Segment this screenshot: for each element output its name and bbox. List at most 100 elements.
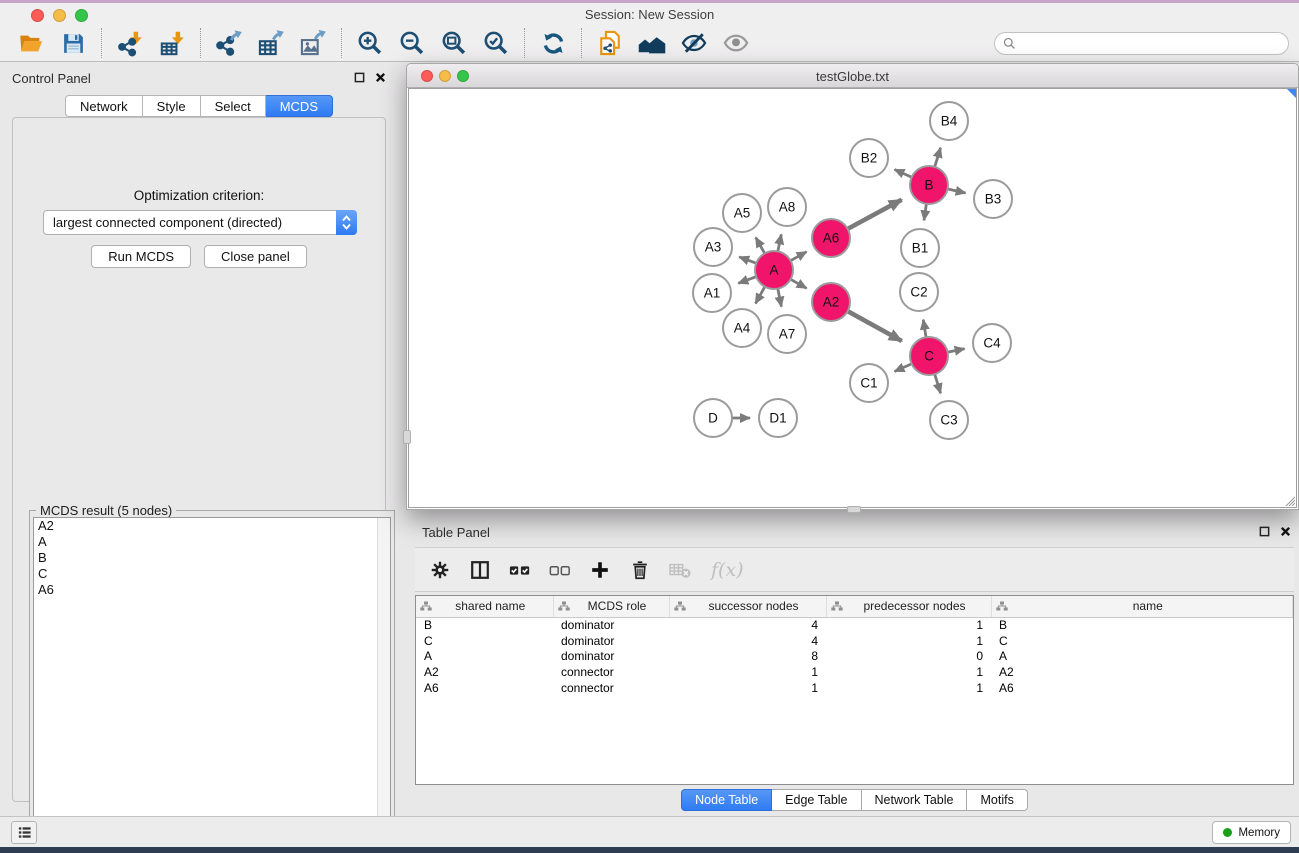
table-cell[interactable]: dominator [553,649,669,665]
save-session-button[interactable] [52,27,94,59]
tab-style[interactable]: Style [143,95,201,117]
table-cell[interactable]: C [991,633,1293,649]
table-settings-gear-button[interactable] [427,557,453,583]
home-view-button[interactable] [631,27,673,59]
table-cell[interactable]: A2 [991,664,1293,680]
graph-edge-C-C3[interactable] [934,373,940,393]
table-row[interactable]: A2connector11A2 [416,664,1293,680]
zoom-out-button[interactable] [391,27,433,59]
tab-select[interactable]: Select [201,95,266,117]
tab-network-table[interactable]: Network Table [862,789,968,811]
result-list-scrollbar[interactable] [377,518,390,845]
zoom-fit-button[interactable] [433,27,475,59]
column-header-predecessor-nodes[interactable]: predecessor nodes [826,596,991,617]
export-network-button[interactable] [208,27,250,59]
graph-edge-A6-B[interactable] [847,200,902,230]
mcds-result-item[interactable]: C [34,566,390,582]
search-field[interactable] [994,32,1289,55]
table-cell[interactable]: B [416,617,553,633]
table-cell[interactable]: A6 [416,680,553,696]
column-header-successor-nodes[interactable]: successor nodes [669,596,826,617]
table-cell[interactable]: 0 [826,649,991,665]
open-session-button[interactable] [10,27,52,59]
table-cell[interactable]: 1 [669,664,826,680]
toggle-panel-columns-button[interactable] [467,557,493,583]
unselect-all-columns-button[interactable] [547,557,573,583]
hide-graphics-details-button[interactable] [673,27,715,59]
table-cell[interactable]: 1 [826,617,991,633]
splitter-handle-vertical[interactable] [403,430,411,444]
table-cell[interactable]: 8 [669,649,826,665]
splitter-handle-horizontal[interactable] [847,506,861,513]
table-cell[interactable]: A [991,649,1293,665]
graph-edge-A-A7[interactable] [778,288,782,307]
import-network-button[interactable] [109,27,151,59]
tab-edge-table[interactable]: Edge Table [772,789,861,811]
mcds-result-item[interactable]: B [34,550,390,566]
column-header-name[interactable]: name [991,596,1293,617]
delete-columns-button[interactable] [627,557,653,583]
graph-edge-A2-C[interactable] [847,311,902,341]
table-cell[interactable]: 4 [669,617,826,633]
graph-edge-A-A4[interactable] [756,286,766,304]
table-cell[interactable]: 1 [826,664,991,680]
table-cell[interactable]: A6 [991,680,1293,696]
tab-network[interactable]: Network [65,95,143,117]
table-row[interactable]: Adominator80A [416,649,1293,665]
table-cell[interactable]: dominator [553,633,669,649]
export-image-button[interactable] [292,27,334,59]
table-cell[interactable]: A2 [416,664,553,680]
column-header-MCDS-role[interactable]: MCDS role [553,596,669,617]
graph-edge-B-B4[interactable] [934,148,940,168]
graph-edge-A-A8[interactable] [778,234,782,252]
table-row[interactable]: Bdominator41B [416,617,1293,633]
table-cell[interactable]: connector [553,664,669,680]
graph-edge-A-A2[interactable] [790,279,807,289]
graph-edge-C-C1[interactable] [895,363,913,371]
graph-edge-B-B2[interactable] [895,170,913,178]
duplicate-network-button[interactable] [589,27,631,59]
mcds-result-item[interactable]: A2 [34,518,390,534]
network-window-titlebar[interactable]: testGlobe.txt [407,64,1298,88]
graph-edge-B-B3[interactable] [947,189,966,193]
create-column-button[interactable] [587,557,613,583]
table-row[interactable]: A6connector11A6 [416,680,1293,696]
graph-edge-C-C2[interactable] [923,320,926,339]
close-panel-button[interactable]: Close panel [204,245,307,268]
tab-mcds[interactable]: MCDS [266,95,333,117]
graph-edge-A-A3[interactable] [739,257,757,264]
show-graphics-details-button[interactable] [715,27,757,59]
graph-edge-C-C4[interactable] [947,349,965,353]
search-input[interactable] [1022,36,1280,52]
export-table-button[interactable] [250,27,292,59]
refresh-button[interactable] [532,27,574,59]
column-header-shared-name[interactable]: shared name [416,596,553,617]
graph-edge-A-A6[interactable] [790,252,807,262]
close-panel-icon[interactable] [375,72,386,83]
mcds-result-item[interactable]: A [34,534,390,550]
criterion-dropdown[interactable]: largest connected component (directed) [43,210,357,235]
table-cell[interactable]: 1 [826,680,991,696]
table-cell[interactable]: A [416,649,553,665]
resize-grip-icon[interactable] [1283,494,1295,506]
select-all-columns-button[interactable] [507,557,533,583]
table-cell[interactable]: 4 [669,633,826,649]
zoom-selected-button[interactable] [475,27,517,59]
birds-eye-toggle-icon[interactable] [1287,89,1296,98]
zoom-in-button[interactable] [349,27,391,59]
mcds-result-item[interactable]: A6 [34,582,390,598]
graph-edge-B-B1[interactable] [924,203,927,221]
table-cell[interactable]: 1 [669,680,826,696]
table-row[interactable]: Cdominator41C [416,633,1293,649]
import-table-button[interactable] [151,27,193,59]
table-cell[interactable]: 1 [826,633,991,649]
close-panel-icon[interactable] [1280,526,1291,537]
network-canvas[interactable]: B4B2BB3A8A5A6A3B1AC2A1A2A4A7C4CC1C3DD1 [408,88,1297,508]
float-panel-icon[interactable] [1259,526,1270,537]
tab-node-table[interactable]: Node Table [681,789,772,811]
table-cell[interactable]: connector [553,680,669,696]
float-panel-icon[interactable] [354,72,365,83]
task-history-button[interactable] [11,821,37,844]
run-mcds-button[interactable]: Run MCDS [91,245,191,268]
memory-button[interactable]: Memory [1212,821,1291,844]
